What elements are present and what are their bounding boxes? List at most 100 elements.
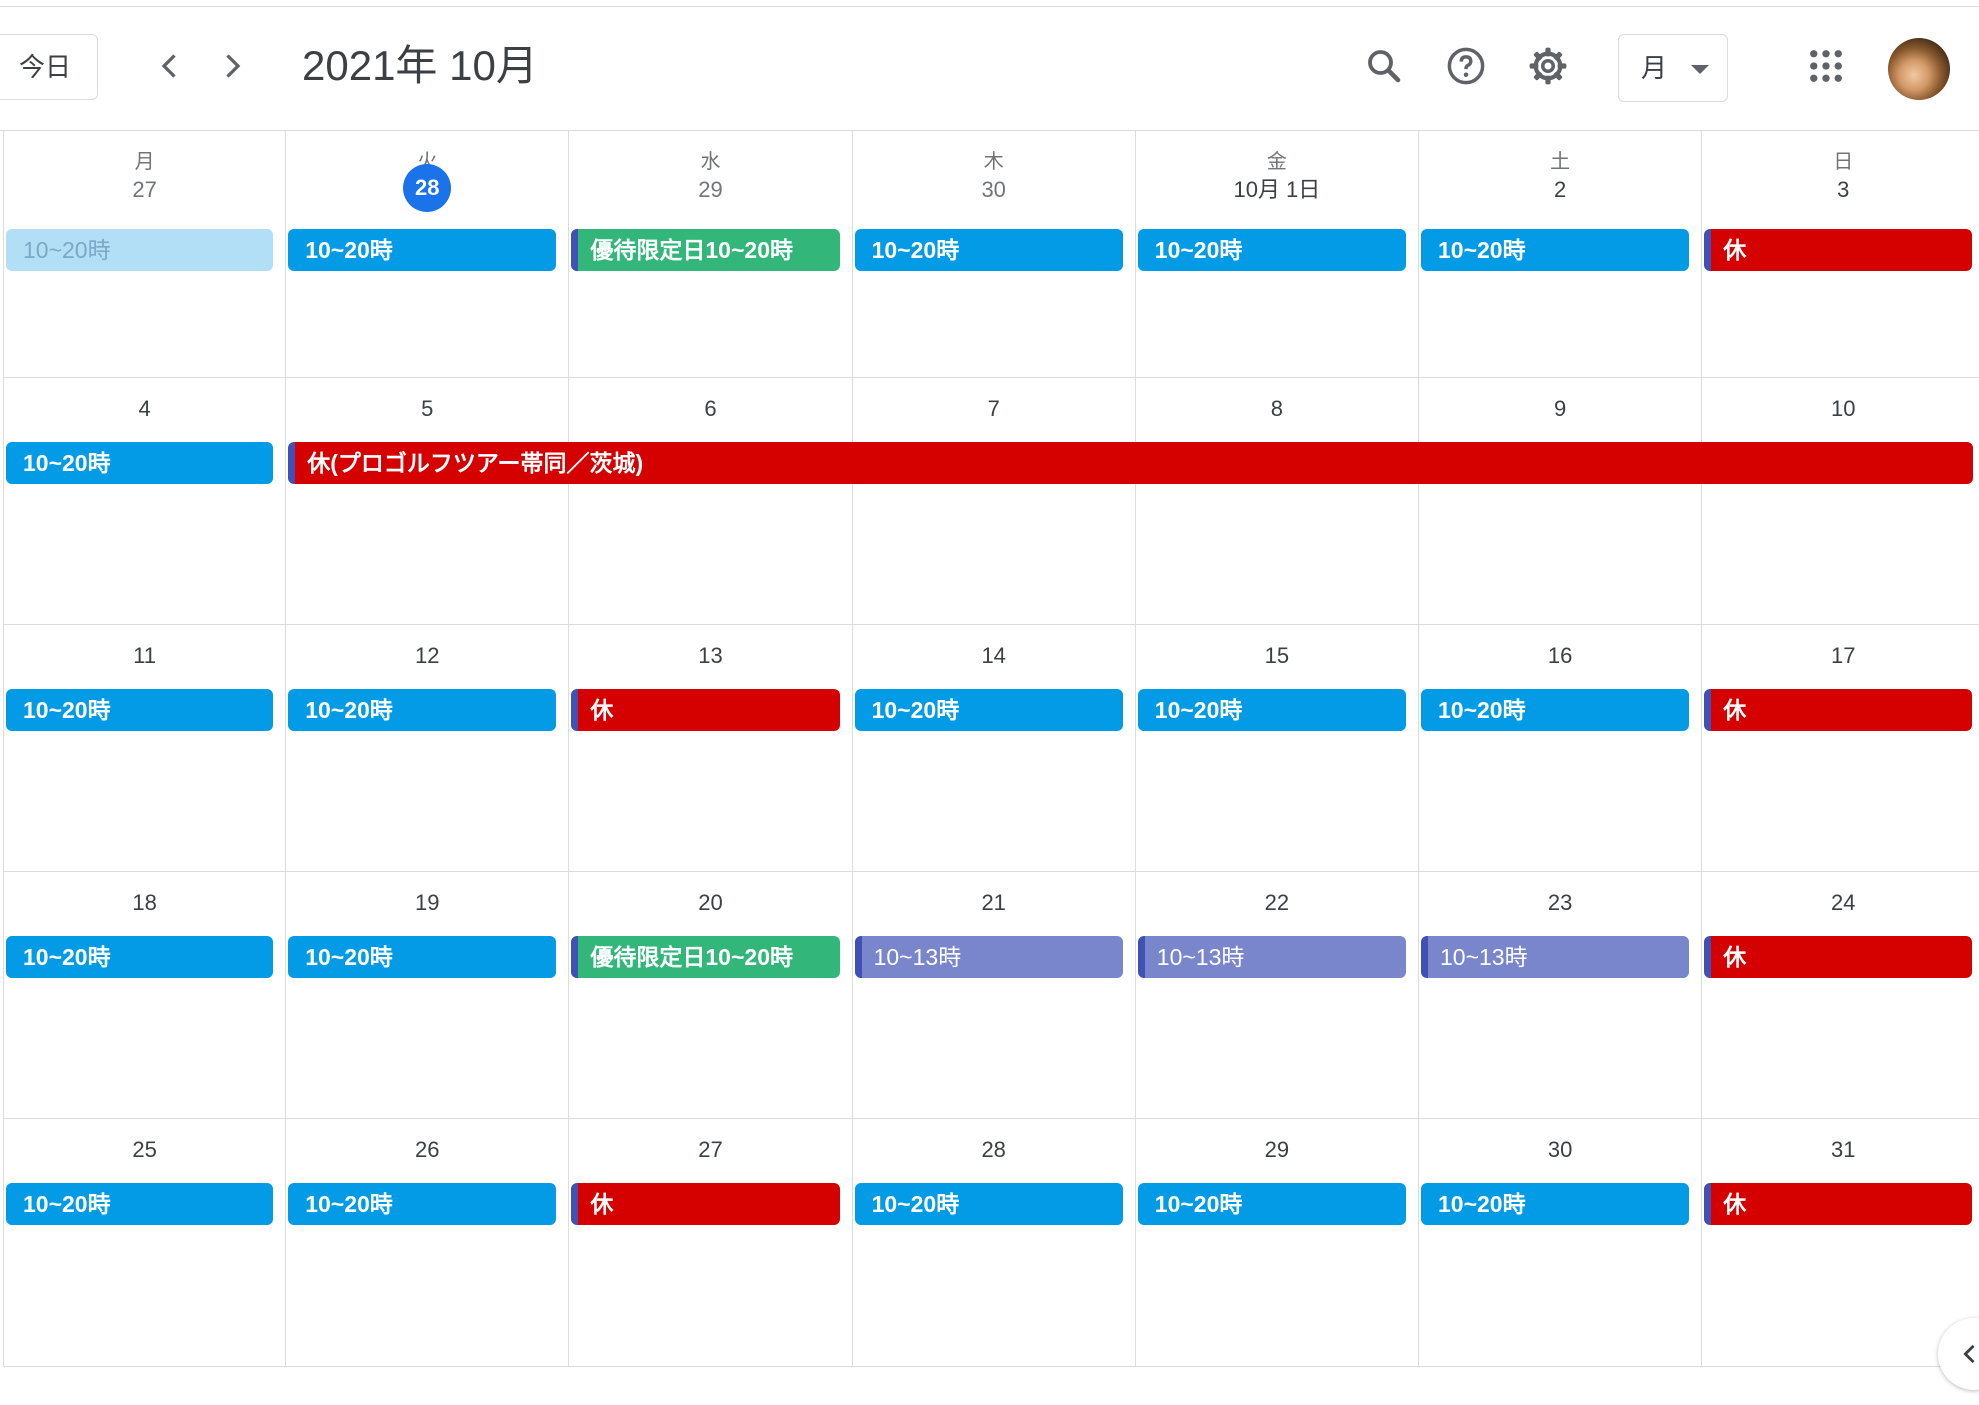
day-cell[interactable]: 火 28 10~20時 (286, 131, 570, 378)
calendar-event[interactable]: 10~20時 (854, 229, 1123, 271)
day-number[interactable]: 29 (569, 175, 851, 205)
day-cell[interactable]: 9 (1419, 378, 1703, 625)
day-number[interactable]: 11 (4, 641, 285, 671)
day-cell[interactable]: 8 (1135, 378, 1419, 625)
day-cell[interactable]: 29 10~20時 (1135, 1119, 1419, 1367)
day-cell[interactable]: 日 3 休 (1702, 131, 1979, 378)
day-cell[interactable]: 23 10~13時 (1419, 872, 1703, 1119)
day-number[interactable]: 12 (286, 641, 568, 671)
calendar-event[interactable]: 10~20時 (288, 229, 557, 271)
day-cell[interactable]: 月 27 10~20時 (3, 131, 287, 378)
day-cell[interactable]: 6 (569, 378, 853, 625)
calendar-event[interactable]: 10~13時 (854, 936, 1123, 978)
calendar-event[interactable]: 10~20時 (1421, 689, 1690, 731)
day-number[interactable]: 27 (569, 1135, 851, 1165)
view-switcher[interactable]: 月 (1618, 34, 1728, 102)
calendar-event[interactable]: 10~20時 (854, 1183, 1123, 1225)
day-number[interactable]: 9 (1419, 394, 1701, 424)
day-number[interactable]: 25 (4, 1135, 285, 1165)
calendar-event[interactable]: 10~20時 (6, 229, 274, 271)
day-cell[interactable]: 金 10月 1日 10~20時 (1135, 131, 1419, 378)
calendar-event[interactable]: 10~20時 (1421, 1183, 1690, 1225)
day-number[interactable]: 7 (853, 394, 1135, 424)
settings-button[interactable] (1516, 34, 1580, 98)
day-number[interactable]: 30 (1419, 1135, 1701, 1165)
day-cell[interactable]: 21 10~13時 (852, 872, 1136, 1119)
previous-month-button[interactable] (140, 36, 200, 96)
day-cell[interactable]: 27 休 (569, 1119, 853, 1367)
day-number[interactable]: 20 (569, 888, 851, 918)
day-cell[interactable]: 11 10~20時 (3, 625, 287, 872)
next-month-button[interactable] (202, 36, 262, 96)
day-cell[interactable]: 水 29 優待限定日10~20時 (569, 131, 853, 378)
day-cell[interactable]: 24 休 (1702, 872, 1979, 1119)
day-number[interactable]: 6 (569, 394, 851, 424)
day-cell[interactable]: 12 10~20時 (286, 625, 570, 872)
calendar-event[interactable]: 10~20時 (6, 1183, 274, 1225)
day-cell[interactable]: 17 休 (1702, 625, 1979, 872)
day-cell[interactable]: 22 10~13時 (1135, 872, 1419, 1119)
calendar-event[interactable]: 10~20時 (6, 689, 274, 731)
calendar-event[interactable]: 優待限定日10~20時 (571, 936, 840, 978)
today-button[interactable]: 今日 (0, 34, 98, 100)
calendar-event[interactable]: 休 (571, 689, 840, 731)
day-cell[interactable]: 15 10~20時 (1135, 625, 1419, 872)
calendar-event[interactable]: 10~13時 (1137, 936, 1406, 978)
search-button[interactable] (1352, 34, 1416, 98)
calendar-event[interactable]: 休 (1704, 936, 1973, 978)
day-number[interactable]: 8 (1136, 394, 1418, 424)
day-number[interactable]: 23 (1419, 888, 1701, 918)
day-number[interactable]: 3 (1702, 175, 1979, 205)
day-number[interactable]: 31 (1702, 1135, 1979, 1165)
calendar-event[interactable]: 10~20時 (6, 936, 274, 978)
day-cell[interactable]: 20 優待限定日10~20時 (569, 872, 853, 1119)
day-cell[interactable]: 4 10~20時 (3, 378, 287, 625)
day-cell[interactable]: 28 10~20時 (852, 1119, 1136, 1367)
avatar[interactable] (1888, 38, 1950, 100)
day-cell[interactable]: 13 休 (569, 625, 853, 872)
help-button[interactable] (1434, 34, 1498, 98)
calendar-event[interactable]: 10~20時 (1137, 229, 1406, 271)
day-cell[interactable]: 7 (852, 378, 1136, 625)
day-number[interactable]: 5 (286, 394, 568, 424)
calendar-event[interactable]: 10~20時 (6, 442, 274, 484)
day-cell[interactable]: 16 10~20時 (1419, 625, 1703, 872)
day-number[interactable]: 22 (1136, 888, 1418, 918)
calendar-event[interactable]: 休 (1704, 229, 1973, 271)
calendar-event[interactable]: 休 (1704, 1183, 1973, 1225)
calendar-event[interactable]: 10~20時 (1137, 1183, 1406, 1225)
day-number[interactable]: 30 (853, 175, 1135, 205)
day-cell[interactable]: 31 休 (1702, 1119, 1979, 1367)
day-number[interactable]: 2 (1419, 175, 1701, 205)
day-cell[interactable]: 5 (286, 378, 570, 625)
calendar-event[interactable]: 10~20時 (288, 1183, 557, 1225)
day-number[interactable]: 28 (853, 1135, 1135, 1165)
calendar-event[interactable]: 休 (571, 1183, 840, 1225)
calendar-event[interactable]: 10~20時 (1421, 229, 1690, 271)
day-cell[interactable]: 土 2 10~20時 (1419, 131, 1703, 378)
calendar-event[interactable]: 10~20時 (288, 936, 557, 978)
today-date-badge[interactable]: 28 (286, 164, 568, 212)
day-number[interactable]: 27 (4, 175, 285, 205)
day-number[interactable]: 19 (286, 888, 568, 918)
day-number[interactable]: 10月 1日 (1136, 175, 1418, 205)
calendar-event[interactable]: 10~13時 (1421, 936, 1690, 978)
day-number[interactable]: 4 (4, 394, 285, 424)
apps-button[interactable] (1794, 34, 1858, 98)
day-number[interactable]: 29 (1136, 1135, 1418, 1165)
calendar-event[interactable]: 優待限定日10~20時 (571, 229, 840, 271)
day-number[interactable]: 13 (569, 641, 851, 671)
calendar-event[interactable]: 10~20時 (1137, 689, 1406, 731)
day-number[interactable]: 26 (286, 1135, 568, 1165)
calendar-event[interactable]: 休 (1704, 689, 1973, 731)
day-number[interactable]: 24 (1702, 888, 1979, 918)
calendar-event-multiday[interactable]: 休(プロゴルフツアー帯同／茨城) (288, 442, 1974, 484)
day-number[interactable]: 16 (1419, 641, 1701, 671)
day-cell[interactable]: 木 30 10~20時 (852, 131, 1136, 378)
day-number[interactable]: 21 (853, 888, 1135, 918)
day-number[interactable]: 14 (853, 641, 1135, 671)
day-cell[interactable]: 18 10~20時 (3, 872, 287, 1119)
calendar-event[interactable]: 10~20時 (854, 689, 1123, 731)
day-cell[interactable]: 10 (1702, 378, 1979, 625)
day-cell[interactable]: 30 10~20時 (1419, 1119, 1703, 1367)
